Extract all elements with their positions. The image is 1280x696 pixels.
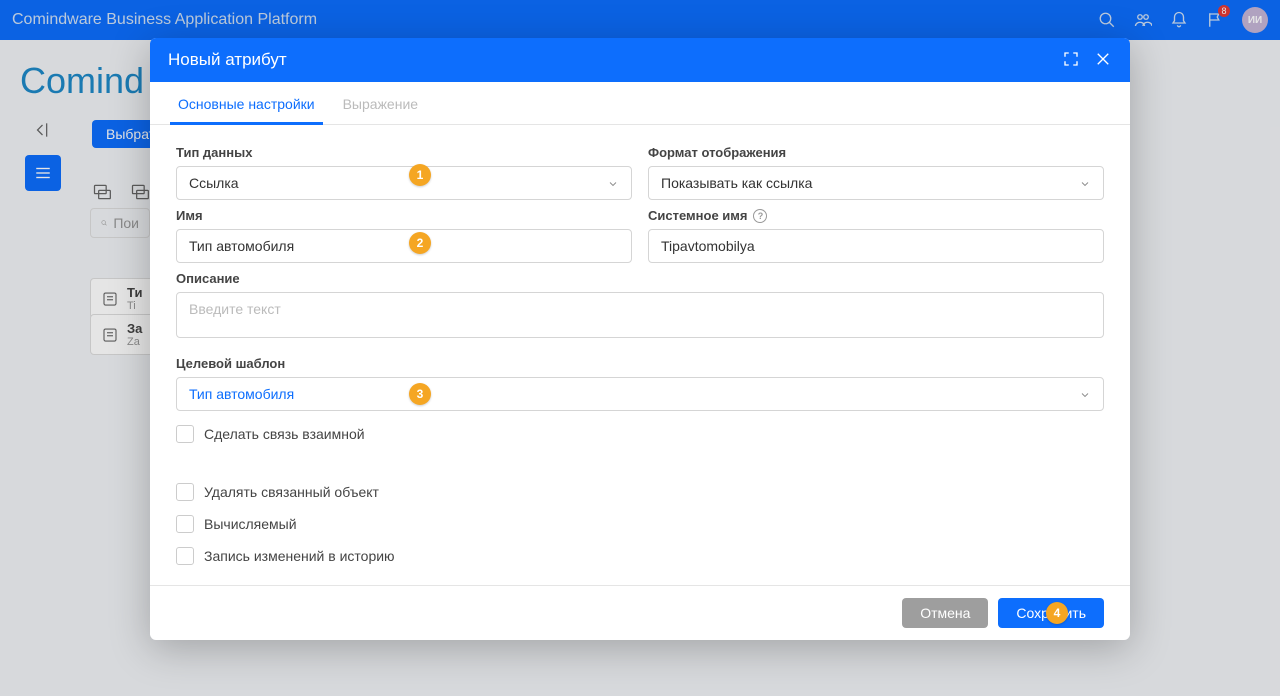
data-type-value: Ссылка <box>189 175 239 191</box>
modal-body: Тип данных Ссылка Формат отображения Пок… <box>150 125 1130 585</box>
description-textarea[interactable] <box>176 292 1104 338</box>
label-description: Описание <box>176 271 1104 286</box>
checkbox-delete-linked[interactable] <box>176 483 194 501</box>
chevron-down-icon <box>1079 388 1091 400</box>
target-template-select[interactable]: Тип автомобиля <box>176 377 1104 411</box>
label-name: Имя <box>176 208 632 223</box>
tab-main-settings[interactable]: Основные настройки <box>164 82 329 124</box>
display-format-select[interactable]: Показывать как ссылка <box>648 166 1104 200</box>
modal-footer: Отмена Сохранить <box>150 585 1130 640</box>
new-attribute-modal: Новый атрибут Основные настройки Выражен… <box>150 38 1130 640</box>
checkbox-log-history[interactable] <box>176 547 194 565</box>
label-data-type: Тип данных <box>176 145 632 160</box>
label-system-name: Системное имя ? <box>648 208 1104 223</box>
checkbox-computed[interactable] <box>176 515 194 533</box>
label-target-template: Целевой шаблон <box>176 356 1104 371</box>
close-icon[interactable] <box>1094 50 1112 71</box>
cancel-button[interactable]: Отмена <box>902 598 988 628</box>
label-delete-linked[interactable]: Удалять связанный объект <box>204 484 379 500</box>
label-system-name-text: Системное имя <box>648 208 747 223</box>
tab-expression[interactable]: Выражение <box>329 82 432 124</box>
name-input[interactable] <box>176 229 632 263</box>
label-display-format: Формат отображения <box>648 145 1104 160</box>
label-log-history[interactable]: Запись изменений в историю <box>204 548 395 564</box>
target-template-value: Тип автомобиля <box>189 386 294 402</box>
modal-tabs: Основные настройки Выражение <box>150 82 1130 125</box>
display-format-value: Показывать как ссылка <box>661 175 812 191</box>
modal-header: Новый атрибут <box>150 38 1130 82</box>
modal-backdrop: Новый атрибут Основные настройки Выражен… <box>0 0 1280 696</box>
modal-header-actions <box>1062 50 1112 71</box>
chevron-down-icon <box>607 177 619 189</box>
expand-icon[interactable] <box>1062 50 1080 71</box>
checkbox-make-mutual[interactable] <box>176 425 194 443</box>
label-make-mutual[interactable]: Сделать связь взаимной <box>204 426 365 442</box>
save-button[interactable]: Сохранить <box>998 598 1104 628</box>
modal-title: Новый атрибут <box>168 50 287 70</box>
system-name-input[interactable] <box>648 229 1104 263</box>
chevron-down-icon <box>1079 177 1091 189</box>
data-type-select[interactable]: Ссылка <box>176 166 632 200</box>
label-computed[interactable]: Вычисляемый <box>204 516 297 532</box>
help-icon[interactable]: ? <box>753 209 767 223</box>
